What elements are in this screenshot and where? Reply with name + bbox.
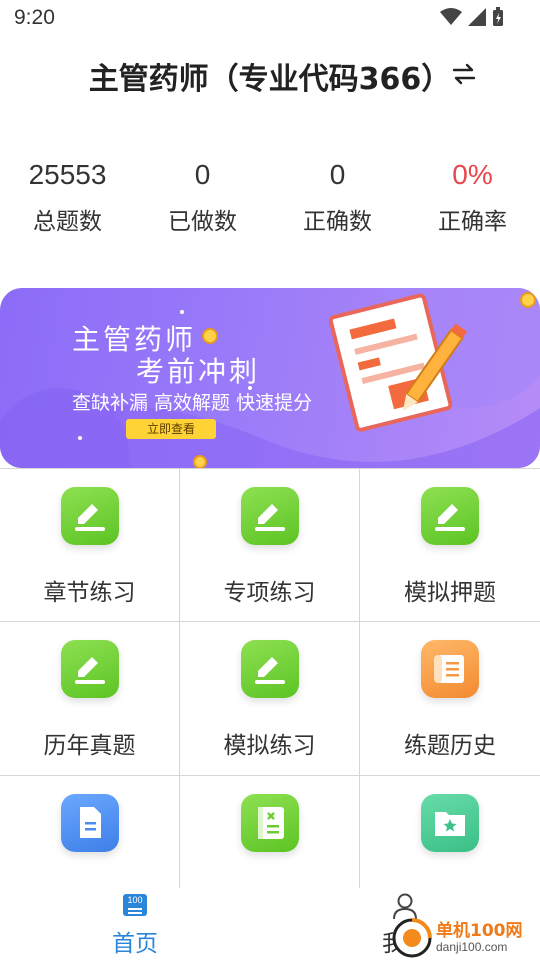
stat-accuracy-value: 0% — [452, 159, 493, 190]
menu-label: 专项练习 — [223, 580, 316, 606]
status-bar: 9:20 — [0, 0, 540, 36]
menu-mock-prediction[interactable]: 模拟押题 — [360, 468, 540, 622]
status-time: 9:20 — [14, 6, 55, 29]
stats-panel: 25553 总题数 0 已做数 0 正确数 0% 正确率 — [0, 150, 540, 260]
stat-done: 0 已做数 — [135, 150, 270, 260]
favorite-folder-icon — [421, 794, 479, 852]
scroll-icon — [421, 640, 479, 698]
wrong-notebook-icon — [241, 794, 299, 852]
feature-grid: 章节练习 专项练习 模拟押题 历年真题 模拟练习 练题历史 — [0, 468, 540, 930]
switch-subject-icon[interactable] — [450, 60, 478, 88]
menu-label: 模拟押题 — [404, 580, 496, 606]
home-icon: 100 — [123, 894, 147, 916]
tab-home-label: 首页 — [112, 931, 158, 957]
stat-accuracy: 0% 正确率 — [405, 150, 540, 260]
pencil-icon — [241, 487, 299, 545]
status-icons — [440, 7, 504, 27]
banner-artwork — [0, 288, 540, 468]
home-icon-badge: 100 — [127, 895, 143, 905]
pencil-icon — [61, 487, 119, 545]
menu-chapter-practice[interactable]: 章节练习 — [0, 468, 180, 622]
banner-title-line2: 考前冲刺 — [136, 355, 261, 388]
menu-past-exams[interactable]: 历年真题 — [0, 622, 180, 776]
signal-icon — [468, 8, 486, 26]
pencil-icon — [61, 640, 119, 698]
banner-cta-button[interactable]: 立即查看 — [126, 419, 216, 439]
stat-correct-value: 0 — [329, 159, 346, 190]
document-icon — [61, 794, 119, 852]
watermark-url: danji100.com — [436, 940, 508, 954]
stat-done-value: 0 — [194, 159, 211, 190]
watermark-title: 单机100网 — [436, 921, 523, 941]
pencil-icon — [241, 640, 299, 698]
promo-banner[interactable]: 主管药师 考前冲刺 查缺补漏 高效解题 快速提分 立即查看 — [0, 288, 540, 468]
stat-correct: 0 正确数 — [270, 150, 405, 260]
stat-total-value: 25553 — [28, 159, 107, 190]
battery-icon — [493, 7, 503, 26]
tab-home[interactable]: 100 首页 — [0, 888, 270, 960]
menu-practice-history[interactable]: 练题历史 — [360, 622, 540, 776]
menu-mock-practice[interactable]: 模拟练习 — [180, 622, 360, 776]
pencil-icon — [421, 487, 479, 545]
menu-label: 章节练习 — [43, 580, 136, 606]
wifi-icon — [440, 8, 462, 25]
menu-label: 练题历史 — [404, 733, 496, 759]
stat-total-label: 总题数 — [33, 209, 102, 235]
stat-accuracy-label: 正确率 — [438, 209, 507, 235]
watermark-logo-icon — [392, 918, 432, 958]
site-watermark: 单机100网 danji100.com — [390, 916, 540, 960]
banner-tagline: 查缺补漏 高效解题 快速提分 — [72, 392, 313, 414]
menu-label: 模拟练习 — [223, 733, 316, 759]
menu-label: 历年真题 — [43, 733, 136, 759]
menu-special-practice[interactable]: 专项练习 — [180, 468, 360, 622]
stat-correct-label: 正确数 — [303, 209, 372, 235]
app-header: 主管药师（专业代码366） — [0, 44, 540, 104]
stat-done-label: 已做数 — [168, 209, 237, 235]
stat-total: 25553 总题数 — [0, 150, 135, 260]
